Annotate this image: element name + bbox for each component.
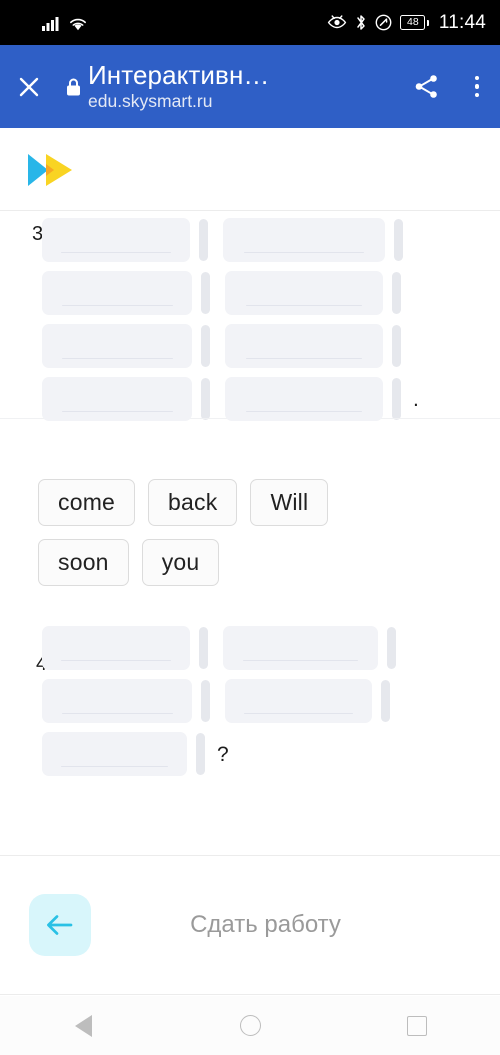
previous-task-button[interactable] (29, 894, 91, 956)
word-chip[interactable]: Will (250, 479, 329, 526)
wifi-icon (68, 15, 88, 31)
close-icon (19, 77, 39, 96)
question-4: 4. ? (0, 626, 500, 776)
phone-screen: 48 11:44 Интерактивн… edu.skysmart.ru 3.… (0, 0, 500, 1055)
eye-comfort-icon (327, 15, 347, 30)
slot-handle[interactable] (392, 378, 401, 420)
answer-slot[interactable] (42, 218, 190, 262)
skysmart-logo (26, 150, 84, 188)
battery-icon: 48 (400, 15, 429, 30)
android-recents-button[interactable] (333, 1015, 500, 1036)
answer-slot[interactable] (42, 271, 192, 315)
slot-handle[interactable] (196, 733, 205, 775)
status-bar-clock: 11:44 (438, 11, 486, 33)
browser-toolbar: Интерактивн… edu.skysmart.ru (0, 45, 500, 128)
close-tab-button[interactable] (0, 74, 58, 100)
slot-handle[interactable] (199, 219, 208, 261)
question-4-terminator: ? (217, 742, 229, 766)
triangle-back-icon (74, 1014, 92, 1037)
site-header (0, 128, 500, 210)
answer-slot-row (42, 218, 500, 262)
slot-handle[interactable] (394, 219, 403, 261)
answer-slot[interactable] (223, 626, 378, 670)
answer-slot-row: . (42, 377, 500, 421)
android-back-button[interactable] (0, 1014, 167, 1037)
slot-handle[interactable] (201, 325, 210, 367)
word-chip[interactable]: you (141, 539, 220, 586)
submit-work-button[interactable]: Сдать работу (91, 911, 440, 939)
answer-slot[interactable] (42, 324, 192, 368)
answer-slot[interactable] (225, 377, 383, 421)
word-chip[interactable]: come (38, 479, 136, 526)
battery-percent: 48 (407, 16, 419, 29)
slot-handle[interactable] (392, 272, 401, 314)
question-3-terminator: . (413, 387, 419, 411)
android-home-button[interactable] (167, 1015, 334, 1036)
status-bar: 48 11:44 (0, 0, 500, 45)
answer-slot-row (42, 271, 500, 315)
answer-slot[interactable] (223, 218, 385, 262)
bluetooth-icon (355, 14, 367, 31)
answer-slot[interactable] (225, 324, 383, 368)
overflow-menu-button[interactable] (454, 75, 500, 98)
status-bar-left-icons (42, 15, 88, 31)
answer-slot-row (42, 679, 500, 723)
slot-handle[interactable] (387, 627, 396, 669)
status-bar-right-icons: 48 11:44 (327, 12, 486, 34)
share-button[interactable] (398, 73, 454, 100)
answer-slot[interactable] (42, 732, 187, 776)
answer-slot-row (42, 324, 500, 368)
word-chip[interactable]: soon (38, 539, 129, 586)
page-url: edu.skysmart.ru (88, 91, 213, 111)
slot-handle[interactable] (199, 627, 208, 669)
answer-slot[interactable] (42, 679, 192, 723)
slot-handle[interactable] (201, 680, 210, 722)
circle-home-icon (239, 1015, 261, 1036)
answer-slot[interactable] (225, 271, 383, 315)
answer-slot-row: ? (42, 732, 500, 776)
square-recents-icon (406, 1015, 427, 1036)
overflow-menu-icon (474, 75, 480, 98)
dnd-icon (375, 14, 392, 31)
answer-slot[interactable] (42, 377, 192, 421)
word-chip[interactable]: back (148, 479, 238, 526)
share-icon (415, 75, 437, 98)
arrow-left-icon (47, 915, 73, 935)
bottom-action-bar: Сдать работу (0, 855, 500, 995)
android-navigation-bar (0, 996, 500, 1055)
page-title: Интерактивн… (88, 61, 270, 89)
web-page-content: 3. . come back Will soon you ? (0, 128, 500, 855)
question-3: 3. . (0, 211, 500, 421)
answer-slot-row (42, 626, 500, 670)
answer-slot[interactable] (225, 679, 372, 723)
lock-icon (58, 77, 88, 97)
slot-handle[interactable] (392, 325, 401, 367)
answer-slot[interactable] (42, 626, 190, 670)
slot-handle[interactable] (381, 680, 390, 722)
slot-handle[interactable] (201, 272, 210, 314)
word-bank: come back Will soon you (0, 479, 350, 586)
omnibox[interactable]: Интерактивн… edu.skysmart.ru (58, 61, 398, 112)
slot-handle[interactable] (201, 378, 210, 420)
signal-bars-icon (42, 15, 61, 31)
